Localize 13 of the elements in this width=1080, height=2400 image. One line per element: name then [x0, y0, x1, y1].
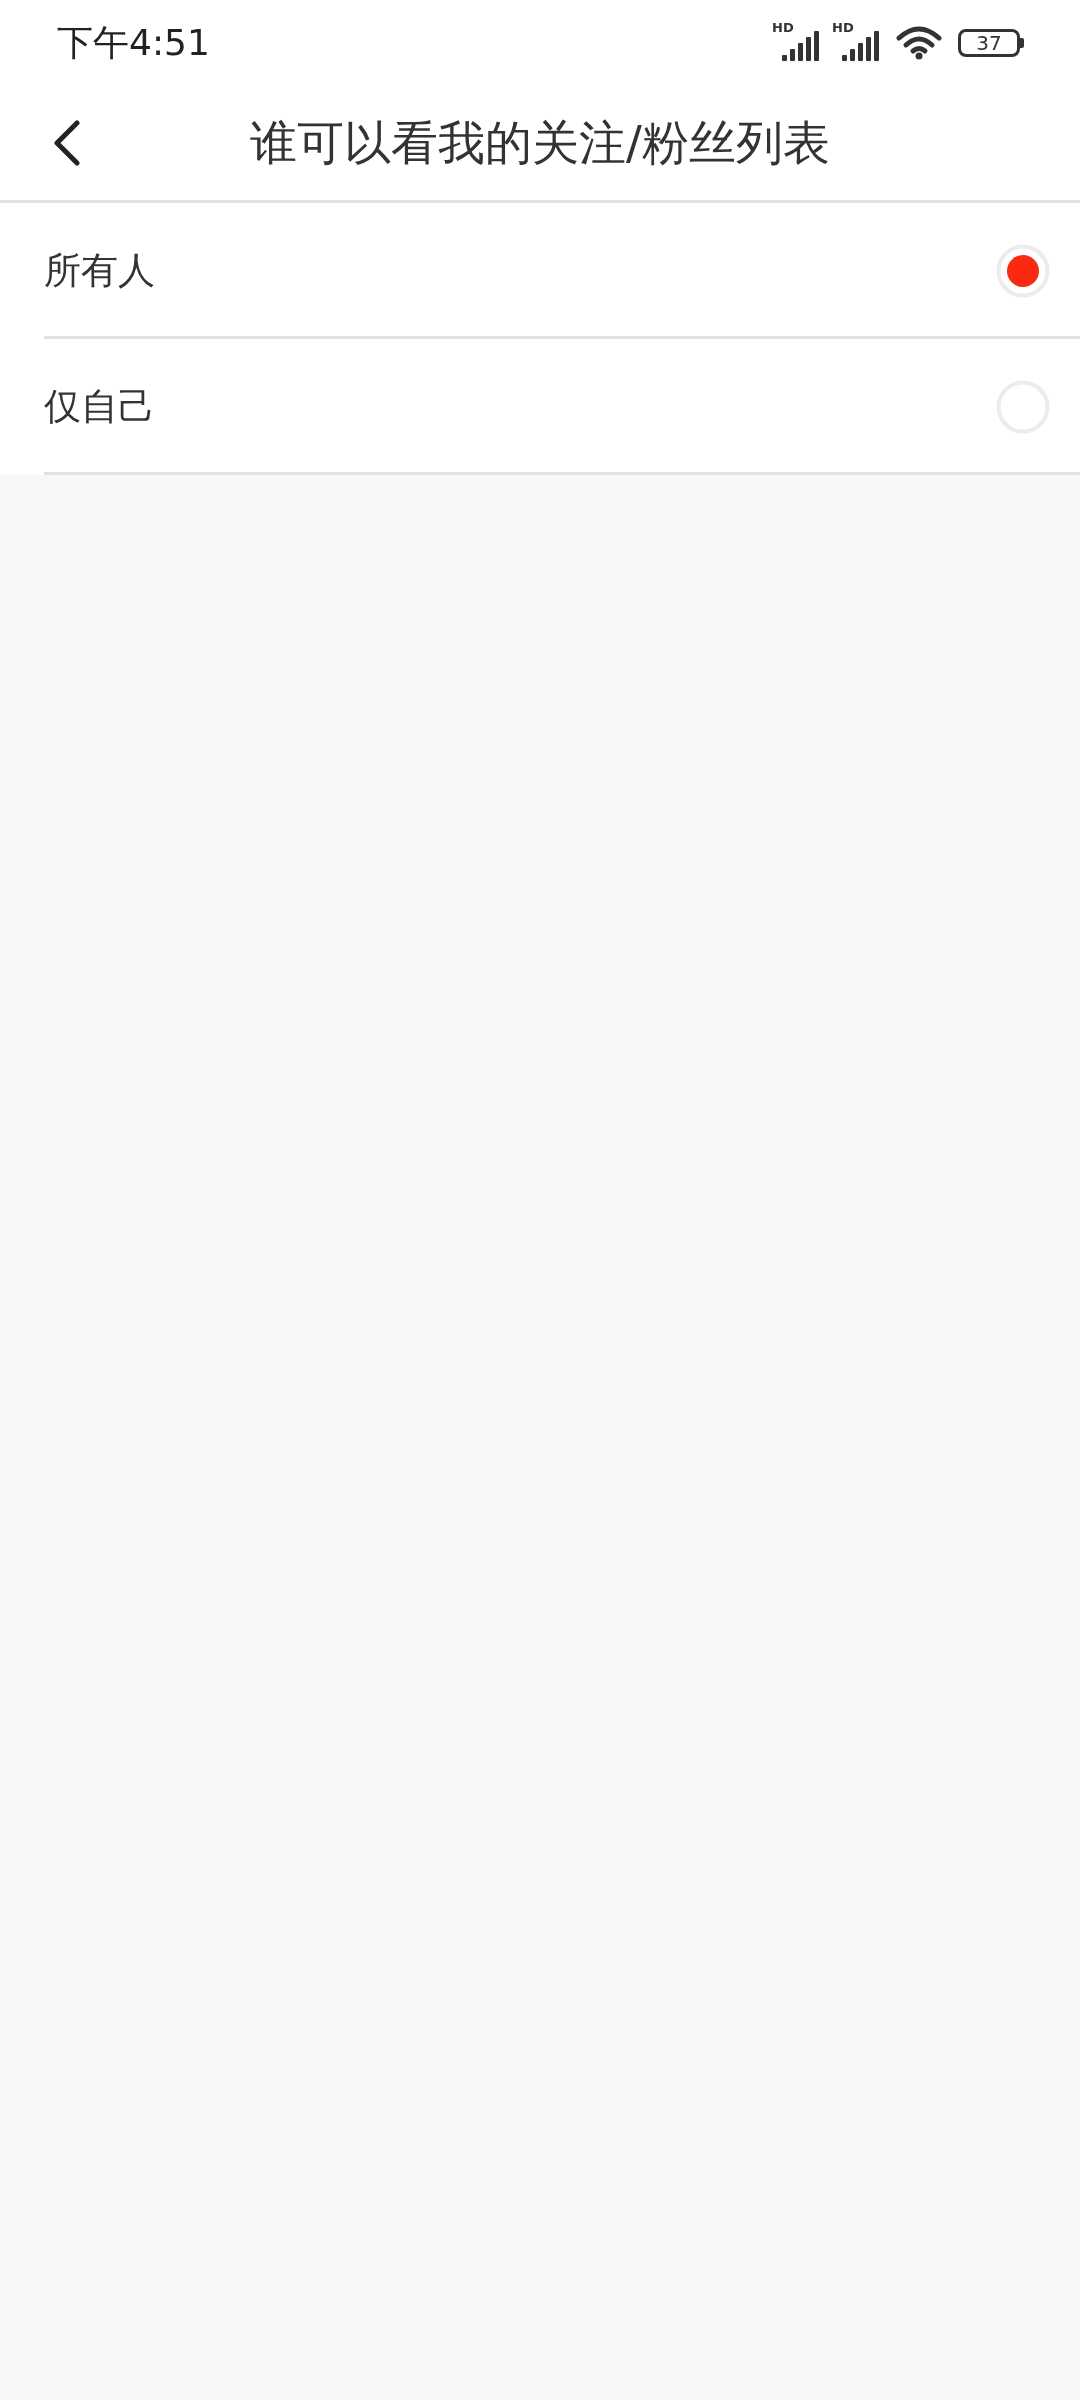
- signal-icon: [782, 31, 822, 61]
- network-type-label: HD: [772, 21, 794, 34]
- option-row[interactable]: 仅自己: [0, 339, 1080, 475]
- option-row[interactable]: 所有人: [0, 203, 1080, 339]
- back-icon: [52, 120, 82, 166]
- option-label: 所有人: [44, 248, 156, 294]
- signal-icon: [842, 31, 882, 61]
- wifi-icon: [896, 26, 942, 60]
- option-label: 仅自己: [44, 384, 156, 430]
- radio-icon[interactable]: [996, 244, 1050, 298]
- network-type-label: HD: [832, 21, 854, 34]
- page-title: 谁可以看我的关注/粉丝列表: [250, 113, 830, 172]
- status-time: 下午4:51: [57, 20, 210, 65]
